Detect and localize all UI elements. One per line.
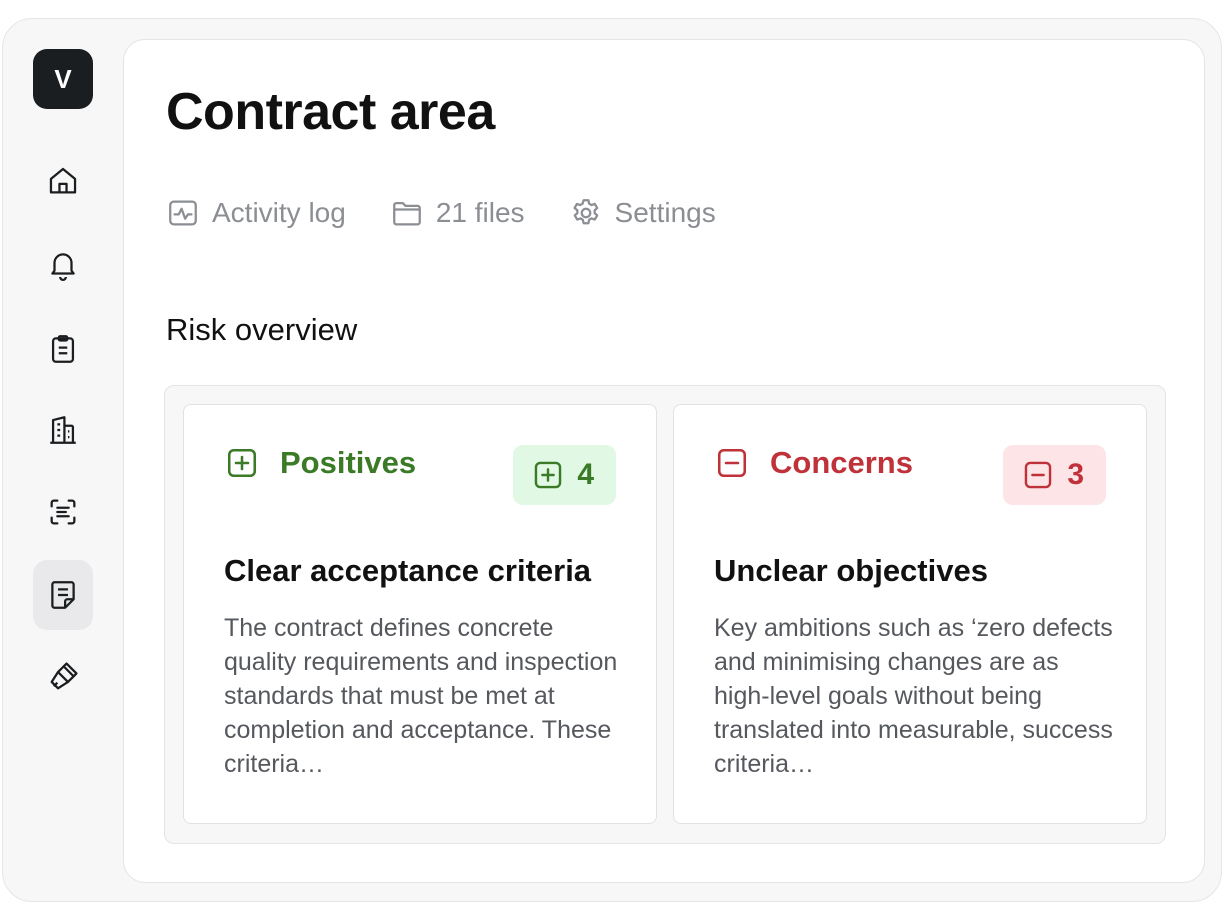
files-link[interactable]: 21 files xyxy=(390,196,525,230)
logo-letter: V xyxy=(54,63,72,94)
plus-square-icon xyxy=(535,461,562,489)
concerns-card[interactable]: Concerns 3 Unclear objectives Key ambiti… xyxy=(673,404,1147,824)
sidebar-item-notifications[interactable] xyxy=(33,230,93,300)
positives-card[interactable]: Positives 4 Clear acceptance criteria Th… xyxy=(183,404,657,824)
gear-icon xyxy=(572,199,598,225)
minus-square-icon xyxy=(717,448,747,478)
sidebar-item-design[interactable] xyxy=(33,642,93,712)
concern-item-title: Unclear objectives xyxy=(714,553,988,588)
main-panel: Contract area Activity log 21 files Sett… xyxy=(123,39,1205,883)
sidebar-item-scan[interactable] xyxy=(33,477,93,547)
positives-count: 4 xyxy=(577,458,594,491)
concerns-count: 3 xyxy=(1067,458,1084,491)
positives-count-badge: 4 xyxy=(513,445,616,505)
app-logo[interactable]: V xyxy=(33,49,93,109)
positives-label: Positives xyxy=(280,445,417,480)
sidebar-item-tasks[interactable] xyxy=(33,314,93,384)
settings-label: Settings xyxy=(614,197,716,228)
positive-item-description: The contract defines concrete quality re… xyxy=(224,614,618,778)
settings-link[interactable]: Settings xyxy=(569,196,716,230)
building-icon xyxy=(50,416,76,444)
section-title: Risk overview xyxy=(166,312,358,347)
concerns-label: Concerns xyxy=(770,445,913,480)
concerns-count-badge: 3 xyxy=(1003,445,1106,505)
sidebar-item-home[interactable] xyxy=(33,146,93,216)
clipboard-icon xyxy=(51,335,75,363)
home-icon xyxy=(49,167,77,194)
brush-icon xyxy=(50,662,78,690)
bell-icon xyxy=(51,253,75,281)
plus-square-icon xyxy=(227,448,257,478)
concern-item-description: Key ambitions such as ‘zero defects and … xyxy=(714,614,1113,778)
sidebar-item-buildings[interactable] xyxy=(33,395,93,465)
risk-overview-panel: Positives 4 Clear acceptance criteria Th… xyxy=(164,385,1166,844)
activity-log-label: Activity log xyxy=(212,197,346,228)
sidebar-item-notes[interactable] xyxy=(33,560,93,630)
page-title: Contract area xyxy=(166,83,495,141)
positives-header: Positives xyxy=(224,445,416,481)
activity-icon xyxy=(169,200,197,226)
folder-icon xyxy=(392,201,421,226)
scan-text-icon xyxy=(50,499,76,525)
files-label: 21 files xyxy=(435,197,525,228)
positive-item-title: Clear acceptance criteria xyxy=(224,553,592,588)
app-shell: V Contract area Activity log 21 files Se… xyxy=(2,18,1222,902)
concerns-header: Concerns xyxy=(714,445,913,481)
minus-square-icon xyxy=(1025,461,1052,489)
meta-bar: Activity log 21 files Settings xyxy=(166,196,760,230)
activity-log-link[interactable]: Activity log xyxy=(166,196,346,230)
note-icon xyxy=(51,581,75,609)
